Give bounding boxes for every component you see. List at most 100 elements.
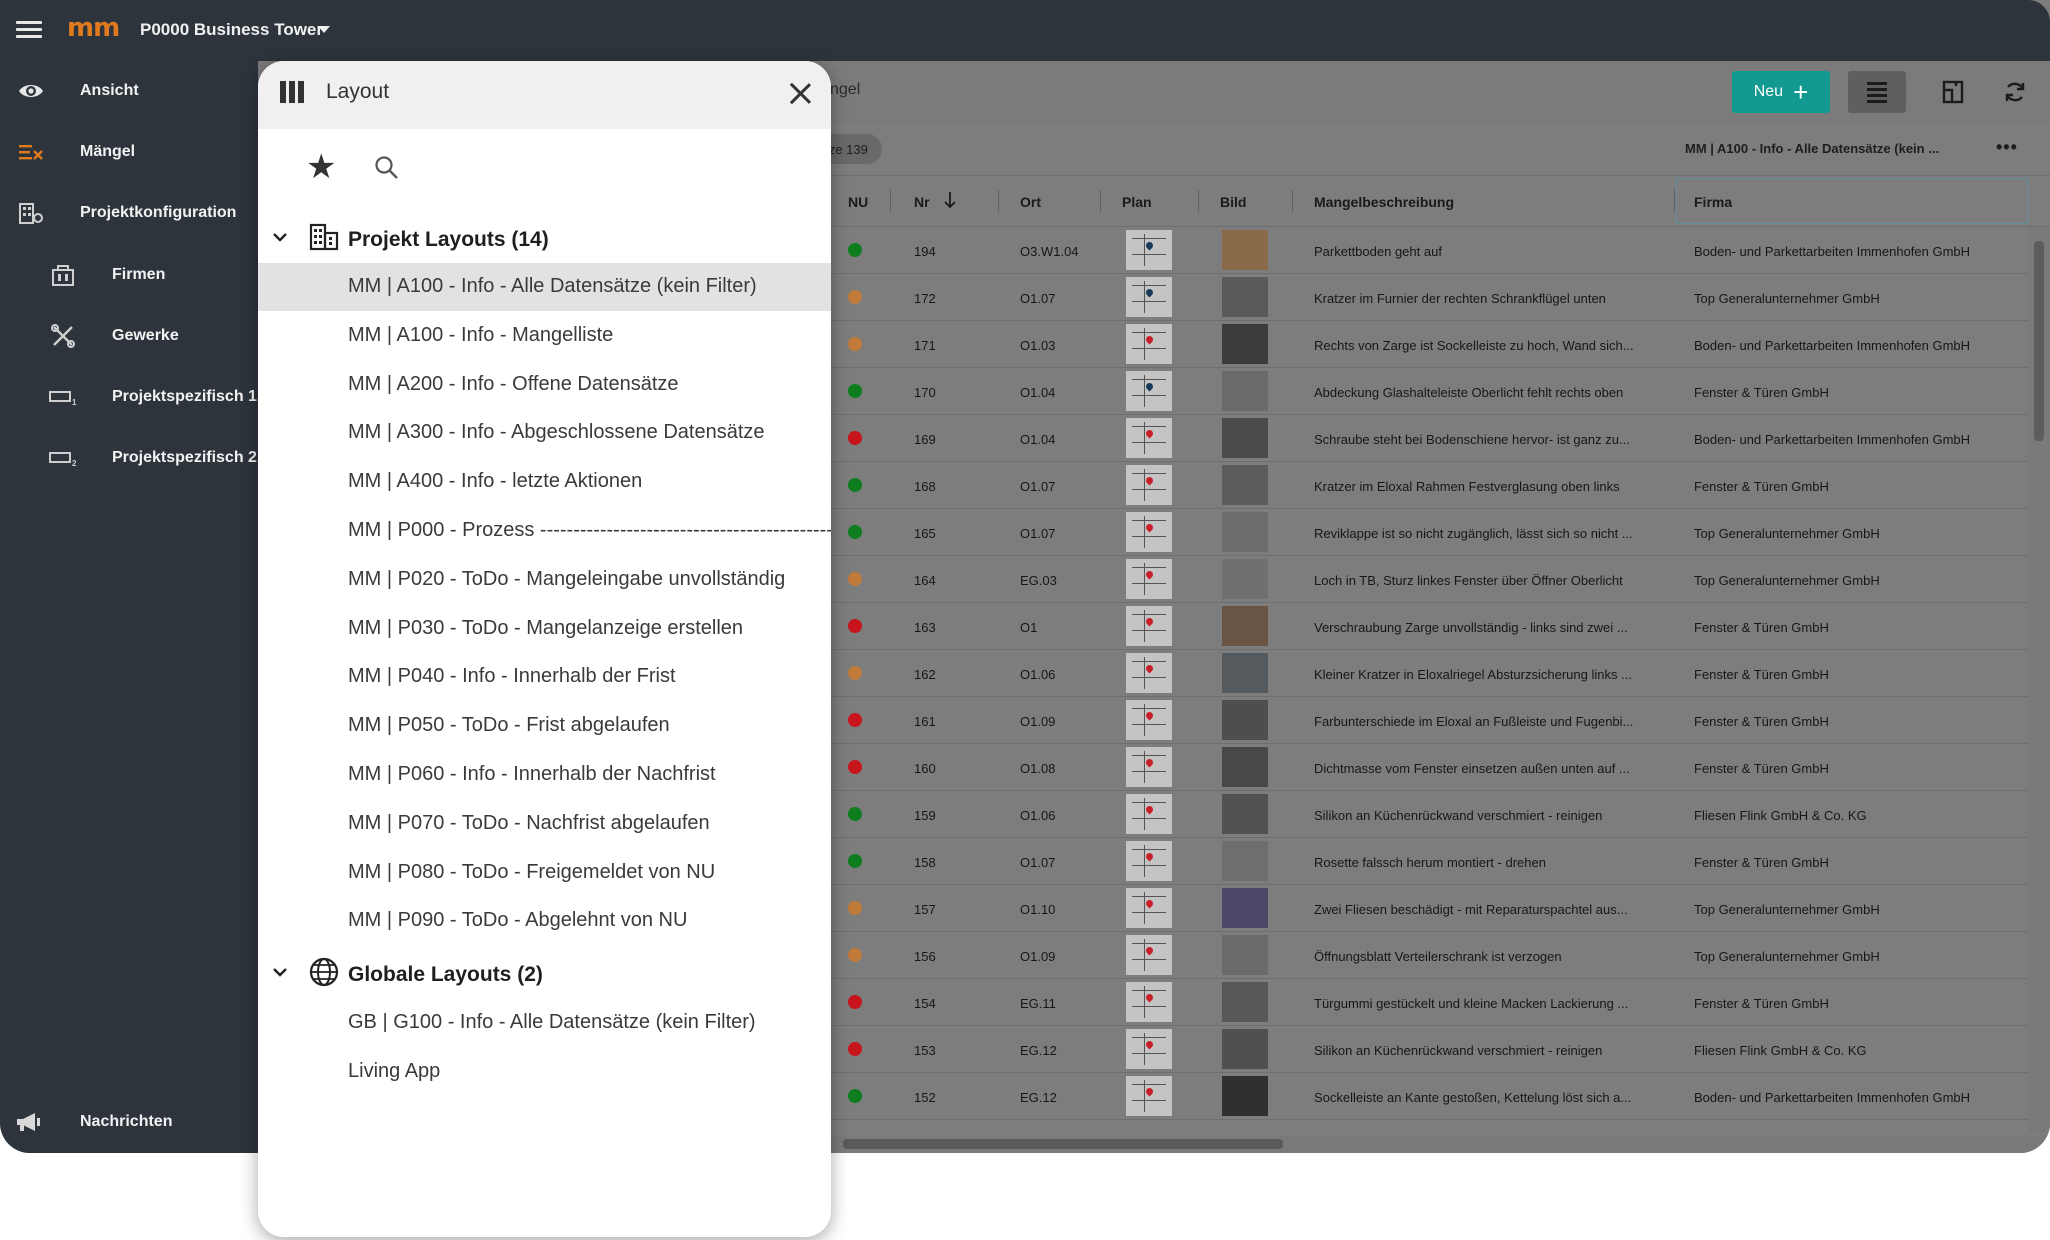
photo-thumbnail[interactable] xyxy=(1222,606,1268,646)
status-dot xyxy=(848,666,862,680)
plan-thumbnail[interactable] xyxy=(1126,935,1172,975)
photo-thumbnail[interactable] xyxy=(1222,230,1268,270)
plan-thumbnail[interactable] xyxy=(1126,653,1172,693)
column-header-ort[interactable]: Ort xyxy=(1020,194,1041,210)
scrollbar-thumb[interactable] xyxy=(2034,241,2044,441)
layout-item[interactable]: MM | P030 - ToDo - Mangelanzeige erstell… xyxy=(258,605,831,653)
photo-thumbnail[interactable] xyxy=(1222,653,1268,693)
sidebar-item-firmen[interactable]: Firmen xyxy=(0,253,258,297)
column-header-nr[interactable]: Nr xyxy=(914,194,930,210)
photo-thumbnail[interactable] xyxy=(1222,324,1268,364)
plan-thumbnail[interactable] xyxy=(1126,888,1172,928)
sidebar-item-projektkonfiguration[interactable]: Projektkonfiguration xyxy=(0,191,258,235)
photo-thumbnail[interactable] xyxy=(1222,1076,1268,1116)
column-header-nu[interactable]: NU xyxy=(848,194,868,210)
plan-view-button[interactable] xyxy=(1924,71,1982,113)
photo-thumbnail[interactable] xyxy=(1222,371,1268,411)
photo-thumbnail[interactable] xyxy=(1222,559,1268,599)
photo-thumbnail[interactable] xyxy=(1222,1029,1268,1069)
plan-thumbnail[interactable] xyxy=(1126,371,1172,411)
refresh-icon[interactable] xyxy=(2000,77,2030,107)
layout-item[interactable]: MM | A200 - Info - Offene Datensätze xyxy=(258,361,831,409)
star-icon[interactable]: ★ xyxy=(306,147,336,187)
vertical-scrollbar[interactable] xyxy=(2028,227,2050,1133)
cell-firma: Top Generalunternehmer GmbH xyxy=(1694,526,1880,541)
photo-thumbnail[interactable] xyxy=(1222,935,1268,975)
layout-item[interactable]: MM | A100 - Info - Mangelliste xyxy=(258,312,831,360)
plan-thumbnail[interactable] xyxy=(1126,324,1172,364)
search-icon[interactable] xyxy=(374,155,398,179)
photo-thumbnail[interactable] xyxy=(1222,982,1268,1022)
photo-thumbnail[interactable] xyxy=(1222,465,1268,505)
layout-item[interactable]: MM | A300 - Info - Abgeschlossene Datens… xyxy=(258,409,831,457)
plan-thumbnail[interactable] xyxy=(1126,1076,1172,1116)
map-pin-icon xyxy=(1144,428,1155,439)
layout-item[interactable]: GB | G100 - Info - Alle Datensätze (kein… xyxy=(258,999,831,1047)
column-header-mangelbeschreibung[interactable]: Mangelbeschreibung xyxy=(1314,194,1454,210)
layout-item[interactable]: MM | P080 - ToDo - Freigemeldet von NU xyxy=(258,849,831,897)
layout-item[interactable]: MM | P050 - ToDo - Frist abgelaufen xyxy=(258,702,831,750)
cell-firma: Top Generalunternehmer GmbH xyxy=(1694,291,1880,306)
building-icon xyxy=(308,221,340,253)
plan-thumbnail[interactable] xyxy=(1126,465,1172,505)
photo-thumbnail[interactable] xyxy=(1222,277,1268,317)
hamburger-menu-icon[interactable] xyxy=(16,17,42,43)
sidebar-item-projektspezifisch-1[interactable]: 1 Projektspezifisch 1 xyxy=(0,375,258,419)
chevron-down-icon[interactable] xyxy=(272,229,288,245)
status-dot xyxy=(848,807,862,821)
layout-item[interactable]: MM | P020 - ToDo - Mangeleingabe unvolls… xyxy=(258,556,831,604)
caret-down-icon[interactable] xyxy=(318,26,330,33)
sidebar-item-nachrichten[interactable]: Nachrichten xyxy=(0,1100,258,1144)
column-header-plan[interactable]: Plan xyxy=(1122,194,1152,210)
more-options-icon[interactable]: ••• xyxy=(1996,137,2018,158)
column-header-bild[interactable]: Bild xyxy=(1220,194,1246,210)
plan-thumbnail[interactable] xyxy=(1126,277,1172,317)
list-view-button[interactable] xyxy=(1848,71,1906,113)
group-projekt-layouts[interactable]: Projekt Layouts (14) xyxy=(258,216,831,260)
cell-nr: 160 xyxy=(914,761,936,776)
plan-thumbnail[interactable] xyxy=(1126,512,1172,552)
plan-thumbnail[interactable] xyxy=(1126,841,1172,881)
photo-thumbnail[interactable] xyxy=(1222,700,1268,740)
layout-item[interactable]: MM | A400 - Info - letzte Aktionen xyxy=(258,458,831,506)
layout-item-label: MM | A100 - Info - Mangelliste xyxy=(348,323,614,346)
sidebar-item-projektspezifisch-2[interactable]: 2 Projektspezifisch 2 xyxy=(0,436,258,480)
plan-thumbnail[interactable] xyxy=(1126,700,1172,740)
plan-thumbnail[interactable] xyxy=(1126,418,1172,458)
plan-thumbnail[interactable] xyxy=(1126,1029,1172,1069)
cell-ort: O1.04 xyxy=(1020,385,1056,400)
photo-thumbnail[interactable] xyxy=(1222,418,1268,458)
layout-item[interactable]: MM | P070 - ToDo - Nachfrist abgelaufen xyxy=(258,800,831,848)
photo-thumbnail[interactable] xyxy=(1222,512,1268,552)
sidebar-item-gewerke[interactable]: Gewerke xyxy=(0,314,258,358)
plan-thumbnail[interactable] xyxy=(1126,559,1172,599)
scrollbar-thumb[interactable] xyxy=(843,1139,1283,1149)
group-globale-layouts[interactable]: Globale Layouts (2) xyxy=(258,951,831,995)
plan-thumbnail[interactable] xyxy=(1126,982,1172,1022)
chevron-down-icon[interactable] xyxy=(272,964,288,980)
layout-item[interactable]: MM | P000 - Prozess --------------------… xyxy=(258,507,831,555)
layout-item[interactable]: MM | A100 - Info - Alle Datensätze (kein… xyxy=(258,263,831,311)
project-selector[interactable]: P0000 Business Tower xyxy=(140,20,323,40)
photo-thumbnail[interactable] xyxy=(1222,747,1268,787)
plan-thumbnail[interactable] xyxy=(1126,794,1172,834)
photo-thumbnail[interactable] xyxy=(1222,888,1268,928)
active-layout-label[interactable]: MM | A100 - Info - Alle Datensätze (kein… xyxy=(1685,141,1939,156)
layout-item[interactable]: MM | P060 - Info - Innerhalb der Nachfri… xyxy=(258,751,831,799)
sort-desc-icon[interactable] xyxy=(942,190,958,215)
breadcrumb[interactable]: ngel xyxy=(830,81,860,99)
close-icon[interactable] xyxy=(786,79,814,107)
layout-item[interactable]: MM | P090 - ToDo - Abgelehnt von NU xyxy=(258,897,831,945)
new-button[interactable]: Neu + xyxy=(1732,71,1830,113)
column-header-firma[interactable]: Firma xyxy=(1694,194,1732,210)
cell-firma: Fliesen Flink GmbH & Co. KG xyxy=(1694,1043,1867,1058)
plan-thumbnail[interactable] xyxy=(1126,747,1172,787)
photo-thumbnail[interactable] xyxy=(1222,841,1268,881)
plan-thumbnail[interactable] xyxy=(1126,606,1172,646)
photo-thumbnail[interactable] xyxy=(1222,794,1268,834)
layout-item[interactable]: Living App xyxy=(258,1048,831,1096)
sidebar-item-maengel[interactable]: Mängel xyxy=(0,130,258,174)
plan-thumbnail[interactable] xyxy=(1126,230,1172,270)
sidebar-item-ansicht[interactable]: Ansicht xyxy=(0,69,258,113)
layout-item[interactable]: MM | P040 - Info - Innerhalb der Frist xyxy=(258,653,831,701)
